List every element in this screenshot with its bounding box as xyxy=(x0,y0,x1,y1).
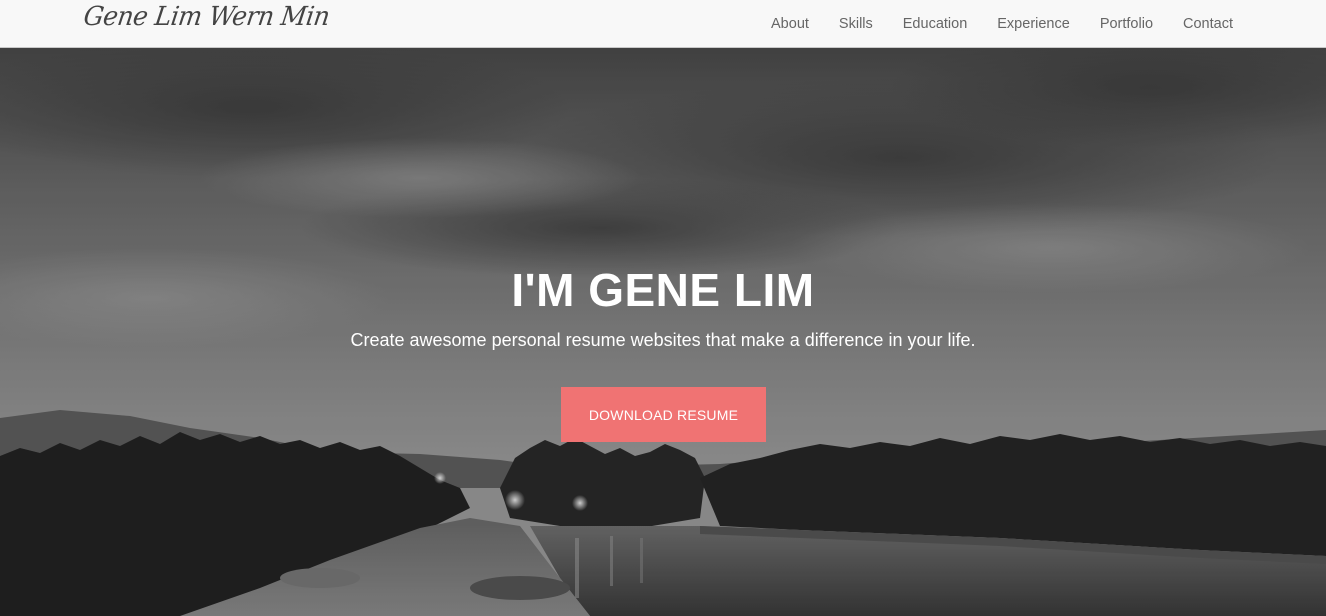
nav-links: About Skills Education Experience Portfo… xyxy=(756,0,1248,47)
brand-logo[interactable]: Gene Lim Wern Min xyxy=(82,1,332,31)
nav-link-about[interactable]: About xyxy=(756,16,824,32)
nav-link-portfolio[interactable]: Portfolio xyxy=(1085,16,1168,32)
hero-title: I'M GENE LIM xyxy=(511,264,815,316)
download-resume-button[interactable]: DOWNLOAD RESUME xyxy=(561,387,766,442)
navbar: Gene Lim Wern Min About Skills Education… xyxy=(0,0,1326,48)
hero-subtitle: Create awesome personal resume websites … xyxy=(350,330,976,350)
hero-section: I'M GENE LIM Create awesome personal res… xyxy=(0,48,1326,616)
nav-link-experience[interactable]: Experience xyxy=(982,16,1085,32)
nav-link-education[interactable]: Education xyxy=(888,16,983,32)
nav-link-contact[interactable]: Contact xyxy=(1168,16,1248,32)
nav-link-skills[interactable]: Skills xyxy=(824,16,888,32)
